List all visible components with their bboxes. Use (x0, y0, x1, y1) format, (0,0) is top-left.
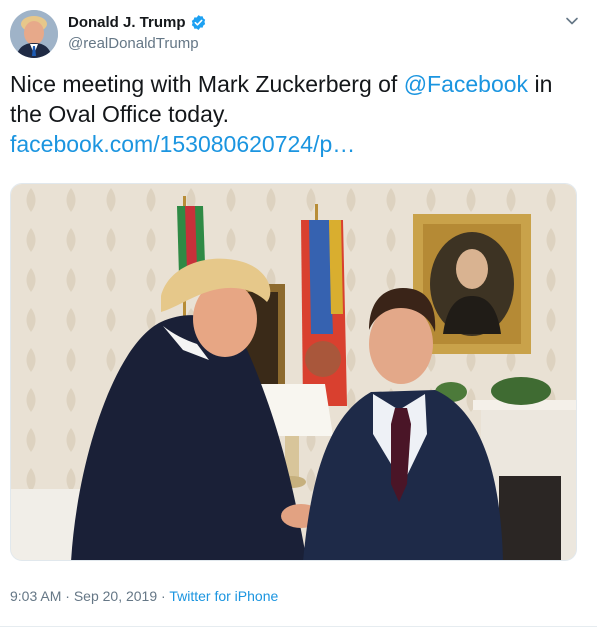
mention-link[interactable]: @Facebook (404, 71, 528, 97)
meta-separator-1: · (61, 588, 74, 604)
avatar[interactable] (10, 10, 58, 58)
divider (0, 626, 597, 627)
tweet-date[interactable]: Sep 20, 2019 (74, 588, 157, 604)
tweet-url-link[interactable]: facebook.com/153080620724/p… (10, 131, 355, 157)
meta-separator-2: · (157, 588, 170, 604)
tweet-time[interactable]: 9:03 AM (10, 588, 61, 604)
tweet-source-link[interactable]: Twitter for iPhone (169, 588, 278, 604)
display-name[interactable]: Donald J. Trump (68, 14, 186, 31)
tweet-text-start: Nice meeting with Mark Zuckerberg of (10, 71, 404, 97)
tweet-meta: 9:03 AM · Sep 20, 2019 · Twitter for iPh… (10, 588, 278, 604)
tweet-card: Donald J. Trump @realDonaldTrump Nice me… (0, 0, 597, 629)
chevron-down-icon[interactable] (565, 14, 579, 28)
verified-badge-icon (191, 15, 205, 30)
author-handle[interactable]: @realDonaldTrump (68, 35, 199, 52)
tweet-text: Nice meeting with Mark Zuckerberg of @Fa… (10, 69, 585, 159)
author-name-row: Donald J. Trump (68, 14, 207, 31)
tweet-photo[interactable] (10, 183, 577, 561)
